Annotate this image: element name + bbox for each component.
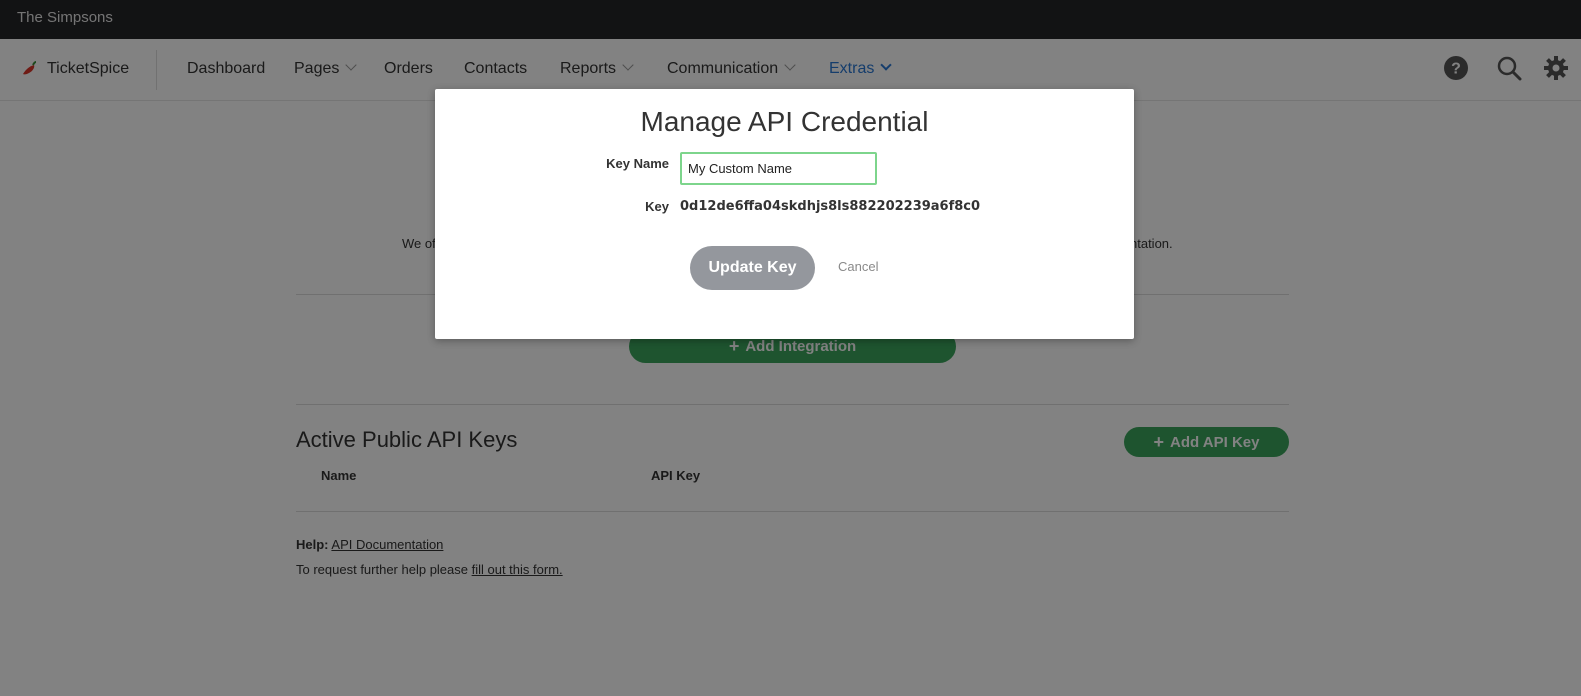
api-key-value: 0d12de6ffa04skdhjs8ls882202239a6f8c0	[680, 199, 981, 214]
key-name-input[interactable]	[680, 152, 877, 185]
key-label: Key	[645, 199, 669, 214]
update-key-button[interactable]: Update Key	[690, 246, 815, 290]
cancel-link[interactable]: Cancel	[838, 259, 878, 274]
manage-api-credential-dialog: Manage API Credential Key Name Key 0d12d…	[435, 89, 1134, 339]
dialog-title: Manage API Credential	[640, 106, 929, 137]
key-name-label: Key Name	[606, 156, 669, 171]
